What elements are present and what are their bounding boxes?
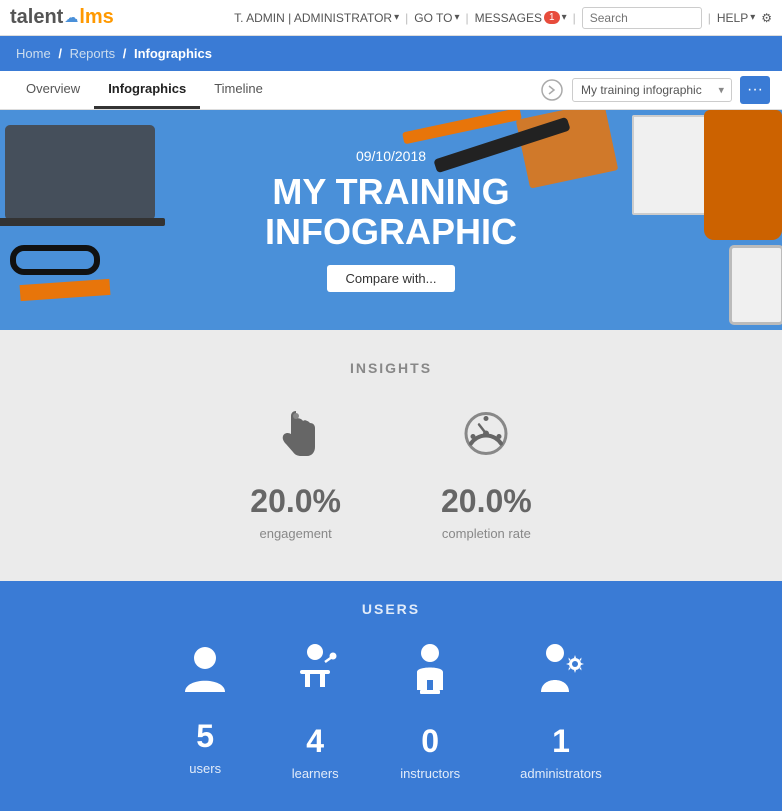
engagement-percent: 20.0% [250, 483, 341, 520]
learners-count: 4 [306, 723, 324, 760]
tab-infographics[interactable]: Infographics [94, 71, 200, 109]
tab-actions: My training infographic All infographics… [540, 76, 770, 104]
completion-icon [461, 406, 511, 471]
messages-badge: 1 [544, 11, 560, 24]
help-caret: ▾ [750, 12, 755, 23]
messages-menu[interactable]: MESSAGES 1 ▾ [475, 11, 567, 25]
hero-content: 09/10/2018 MY TRAINING INFOGRAPHIC Compa… [265, 148, 517, 292]
completion-item: 20.0% completion rate [441, 406, 532, 541]
glasses-decoration [10, 245, 100, 275]
tape-decoration [20, 279, 111, 301]
breadcrumb-sep-1: / [58, 46, 62, 61]
users-label: users [189, 761, 221, 776]
learners-item: 4 learners [290, 642, 340, 781]
user-label: T. ADMIN | ADMINISTRATOR [234, 11, 392, 25]
backpack-decoration [704, 110, 782, 240]
logo: talent☁lms [10, 6, 114, 29]
users-section: USERS 5 users [0, 581, 782, 811]
user-menu[interactable]: T. ADMIN | ADMINISTRATOR ▾ [234, 11, 399, 25]
compare-button[interactable]: Compare with... [327, 265, 454, 292]
tab-bar: Overview Infographics Timeline My traini… [0, 71, 782, 110]
nav-separator-1: | [405, 11, 408, 25]
administrators-label: administrators [520, 766, 602, 781]
messages-caret: ▾ [562, 12, 567, 23]
breadcrumb-current: Infographics [134, 46, 212, 61]
users-icon [180, 642, 230, 708]
orange-book-decoration [516, 110, 619, 189]
users-item: 5 users [180, 642, 230, 781]
instructors-icon [405, 642, 455, 713]
engagement-item: 20.0% engagement [250, 406, 341, 541]
hero-title-line2: INFOGRAPHIC [265, 212, 517, 252]
users-title: USERS [20, 601, 762, 617]
dots-icon: ··· [747, 81, 763, 99]
layout-toggle-icon [540, 78, 564, 102]
logo-talent: talent [10, 6, 63, 29]
tab-overview[interactable]: Overview [12, 71, 94, 109]
insights-grid: 20.0% engagement 20.0% completion rate [20, 406, 762, 541]
hero-date: 09/10/2018 [265, 148, 517, 164]
goto-caret: ▾ [454, 12, 459, 23]
nav-separator-3: | [573, 11, 576, 25]
settings-icon[interactable]: ⚙ [761, 11, 772, 25]
laptop-decoration [5, 125, 155, 220]
breadcrumb-home[interactable]: Home [16, 46, 51, 61]
goto-menu[interactable]: GO TO ▾ [414, 11, 459, 25]
users-grid: 5 users 4 learners [20, 642, 762, 781]
dots-menu-button[interactable]: ··· [740, 76, 770, 104]
toggle-icon[interactable] [540, 78, 564, 102]
help-menu[interactable]: HELP ▾ [717, 11, 755, 25]
laptop-base [0, 218, 165, 226]
completion-percent: 20.0% [441, 483, 532, 520]
top-navigation: talent☁lms T. ADMIN | ADMINISTRATOR ▾ | … [0, 0, 782, 36]
messages-label: MESSAGES [475, 11, 542, 25]
notebook-decoration [632, 115, 707, 215]
completion-label: completion rate [442, 526, 531, 541]
hero-title-line1: MY TRAINING [265, 172, 517, 212]
learners-icon [290, 642, 340, 713]
logo-lms: lms [79, 6, 113, 29]
nav-separator-2: | [466, 11, 469, 25]
help-label: HELP [717, 11, 748, 25]
administrators-count: 1 [552, 723, 570, 760]
nav-separator-4: | [708, 11, 711, 25]
orange-marker-decoration [402, 110, 522, 144]
breadcrumb-reports[interactable]: Reports [70, 46, 116, 61]
users-count: 5 [196, 718, 214, 755]
instructors-item: 0 instructors [400, 642, 460, 781]
search-input[interactable] [582, 7, 702, 29]
infographic-select[interactable]: My training infographic All infographics [572, 78, 732, 102]
hero-section: 09/10/2018 MY TRAINING INFOGRAPHIC Compa… [0, 110, 782, 330]
breadcrumb-sep-2: / [123, 46, 127, 61]
administrators-item: 1 administrators [520, 642, 602, 781]
insights-section: INSIGHTS 20.0% engagement [0, 330, 782, 581]
breadcrumb: Home / Reports / Infographics [0, 36, 782, 71]
tab-timeline[interactable]: Timeline [200, 71, 277, 109]
infographic-select-wrapper: My training infographic All infographics… [572, 78, 732, 102]
nav-items: T. ADMIN | ADMINISTRATOR ▾ | GO TO ▾ | M… [234, 7, 772, 29]
logo-cloud-icon: ☁ [64, 9, 78, 26]
hero-title: MY TRAINING INFOGRAPHIC [265, 172, 517, 251]
engagement-icon [271, 406, 321, 471]
tablet-decoration [729, 245, 782, 325]
user-caret: ▾ [394, 12, 399, 23]
instructors-label: instructors [400, 766, 460, 781]
engagement-label: engagement [259, 526, 331, 541]
learners-label: learners [292, 766, 339, 781]
goto-label: GO TO [414, 11, 452, 25]
instructors-count: 0 [421, 723, 439, 760]
administrators-icon [533, 642, 588, 713]
insights-title: INSIGHTS [20, 360, 762, 376]
